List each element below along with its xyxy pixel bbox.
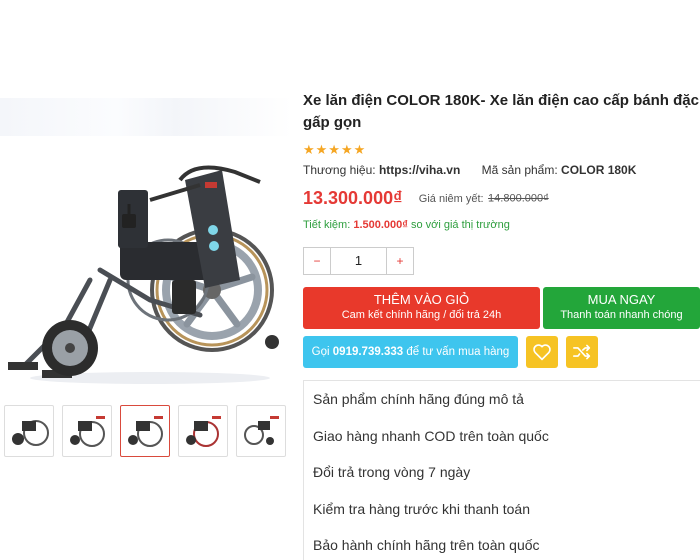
call-phone: 0919.739.333 [332,346,404,358]
price-row: 13.300.000₫ Giá niêm yết: 14.800.000₫ [303,188,700,214]
savings-suffix: so với giá thị trường [410,219,510,231]
shuffle-icon [572,344,591,360]
buy-now-button[interactable]: MUA NGAY Thanh toán nhanh chóng [543,287,700,329]
list-price-label: Giá niêm yết: [418,192,484,205]
feature-item: Sản phẩm chính hãng đúng mô tả [313,391,524,407]
product-title: Xe lăn điện COLOR 180K- Xe lăn điện cao … [303,92,699,131]
brand-value[interactable]: https://viha.vn [379,163,460,177]
thumbnail-2[interactable] [62,405,112,457]
quantity-plus-button[interactable]: + [387,248,413,274]
thumbnail-5[interactable] [236,405,286,457]
buy-now-sublabel: Thanh toán nhanh chóng [560,309,683,321]
rating-stars[interactable]: ★★★★★ [303,143,700,157]
list-price: 14.800.000₫ [488,192,549,205]
secondary-actions: Gọi 0919.739.333 để tư vấn mua hàng [303,336,700,368]
wheelchair-image [8,165,279,384]
feature-item: Kiểm tra hàng trước khi thanh toán [313,500,530,517]
brand-label: Thương hiệu: [303,163,376,177]
purchase-actions: THÊM VÀO GIỎ Cam kết chính hãng / đổi tr… [303,287,700,329]
main-product-image[interactable] [0,90,292,390]
thumbnail-3-active[interactable] [120,405,170,457]
buy-now-label: MUA NGAY [587,292,656,307]
quantity-input[interactable]: 1 [330,248,387,274]
thumbnail-4[interactable] [178,405,228,457]
feature-item: Giao hàng nhanh COD trên toàn quốc [313,427,549,444]
wishlist-button[interactable] [526,336,558,368]
thumbnail-strip [4,405,286,457]
product-meta: Thương hiệu: https://viha.vn Mã sản phẩm… [303,162,700,178]
product-gallery [0,90,292,560]
feature-item: Bảo hành chính hãng trên toàn quốc [313,537,540,553]
savings-value: 1.500.000₫ [353,219,408,231]
sku-value: COLOR 180K [561,163,637,177]
sale-price: 13.300.000₫ [303,188,403,208]
heart-icon [533,344,551,361]
feature-list: Sản phẩm chính hãng đúng mô tả Giao hàng… [303,380,700,560]
add-to-cart-label: THÊM VÀO GIỎ [373,292,470,307]
feature-item: Đổi trả trong vòng 7 ngày [313,464,471,480]
call-prefix: Gọi [311,346,330,358]
call-suffix: để tư vấn mua hàng [406,346,510,358]
add-to-cart-sublabel: Cam kết chính hãng / đổi trả 24h [341,309,502,321]
thumbnail-1[interactable] [4,405,54,457]
compare-button[interactable] [566,336,598,368]
add-to-cart-button[interactable]: THÊM VÀO GIỎ Cam kết chính hãng / đổi tr… [303,287,540,329]
quantity-minus-button[interactable]: − [304,248,330,274]
quantity-stepper: − 1 + [303,247,414,275]
sku-label: Mã sản phẩm: [481,163,558,177]
savings-note: Tiết kiệm: 1.500.000₫ so với giá thị trư… [303,219,700,235]
product-info: Xe lăn điện COLOR 180K- Xe lăn điện cao … [303,90,700,560]
call-consult-button[interactable]: Gọi 0919.739.333 để tư vấn mua hàng [303,336,518,368]
savings-prefix: Tiết kiệm: [303,219,351,231]
